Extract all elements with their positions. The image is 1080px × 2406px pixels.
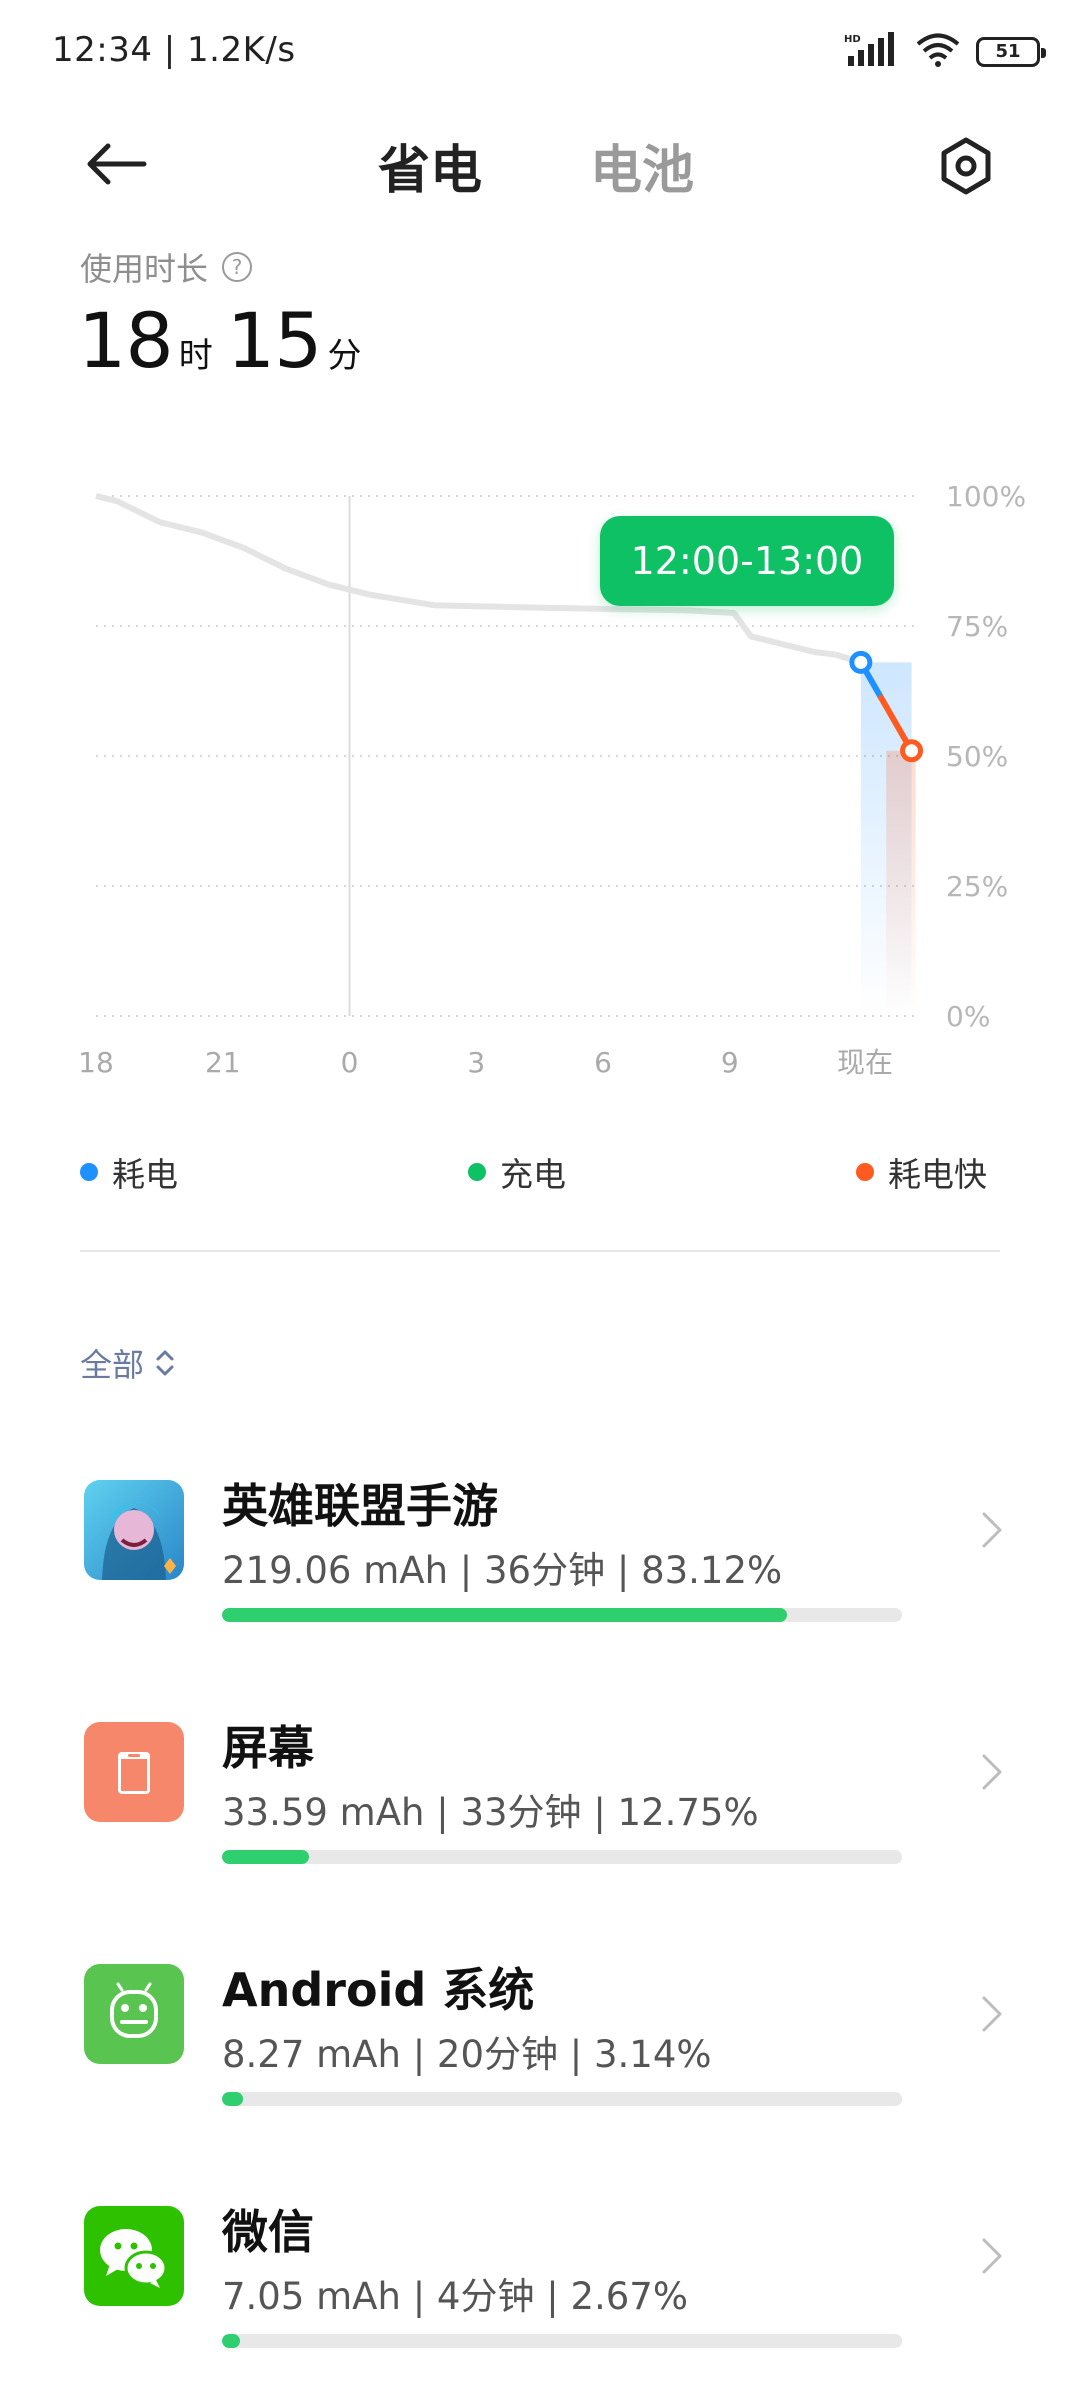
tab-battery[interactable]: 电池: [590, 128, 694, 203]
gear-icon: [941, 137, 991, 195]
legend-dot-fast-drain: [856, 1163, 874, 1181]
signal-icon: HD: [844, 32, 900, 72]
battery-chart[interactable]: 100% 75% 50% 25% 0% 18 21 0 3 6 9 现在: [0, 460, 1080, 1080]
x-tick-label: 现在: [837, 1046, 893, 1079]
status-icons: HD 51: [844, 30, 1046, 74]
usage-bar-fill: [222, 1608, 788, 1622]
legend-dot-drain: [80, 1163, 98, 1181]
app-name: 英雄联盟手游: [222, 1479, 498, 1533]
usage-duration-label: 使用时长 ?: [80, 244, 253, 290]
back-arrow-icon: [87, 143, 147, 185]
fast-drain-point: [900, 739, 924, 763]
usage-minutes: 15: [226, 296, 323, 385]
y-tick-label: 25%: [946, 870, 1008, 903]
sort-updown-icon: [156, 1350, 174, 1376]
legend-item-drain: 耗电: [80, 1148, 178, 1196]
filter-dropdown[interactable]: 全部: [80, 1340, 176, 1386]
usage-bar: [222, 2092, 902, 2106]
legend-label-charge: 充电: [500, 1155, 566, 1194]
legend-label-drain: 耗电: [112, 1155, 178, 1194]
legend-dot-charge: [468, 1163, 486, 1181]
android-icon: [84, 1964, 184, 2064]
app-name: Android 系统: [222, 1963, 535, 2017]
chevron-right-icon: [972, 1500, 1012, 1560]
help-icon[interactable]: ?: [222, 252, 253, 282]
wifi-icon: [916, 33, 960, 71]
x-tick-label: 21: [205, 1046, 241, 1079]
svg-text:HD: HD: [844, 34, 861, 45]
usage-hours-unit: 时: [178, 336, 213, 376]
y-tick-label: 50%: [946, 740, 1008, 773]
usage-bar: [222, 1850, 902, 1864]
usage-hours: 18: [78, 296, 174, 385]
app-stats: 219.06 mAh | 36分钟 | 83.12%: [222, 1549, 783, 1592]
filter-label: 全部: [80, 1346, 145, 1384]
usage-duration-value: 18 时 15 分: [78, 296, 375, 385]
drain-point: [849, 650, 873, 674]
chart-tooltip: 12:00-13:00: [600, 516, 894, 606]
wechat-icon: [84, 2206, 184, 2306]
legend-item-charge: 充电: [468, 1148, 566, 1196]
x-tick-label: 18: [78, 1046, 114, 1079]
x-tick-label: 0: [341, 1046, 359, 1079]
x-tick-label: 9: [721, 1046, 739, 1079]
battery-level: 51: [995, 41, 1021, 62]
chevron-right-icon: [972, 2226, 1012, 2286]
screen-icon: [84, 1722, 184, 1822]
status-time: 12:34 | 1.2K/s: [52, 30, 296, 70]
app-stats: 7.05 mAh | 4分钟 | 2.67%: [222, 2275, 689, 2318]
x-tick-label: 3: [467, 1046, 485, 1079]
app-stats: 33.59 mAh | 33分钟 | 12.75%: [222, 1791, 759, 1834]
chevron-right-icon: [972, 1742, 1012, 1802]
usage-bar-fill: [222, 2092, 244, 2106]
list-item-app-0[interactable]: 英雄联盟手游 219.06 mAh | 36分钟 | 83.12%: [0, 1479, 1080, 1680]
app-stats: 8.27 mAh | 20分钟 | 3.14%: [222, 2033, 712, 2076]
tab-power-saving[interactable]: 省电: [378, 128, 482, 203]
app-name: 屏幕: [222, 1721, 314, 1775]
game-icon: [84, 1480, 184, 1580]
legend-label-fast-drain: 耗电快: [888, 1155, 987, 1194]
list-item-app-1[interactable]: 屏幕 33.59 mAh | 33分钟 | 12.75%: [0, 1721, 1080, 1922]
list-item-app-2[interactable]: Android 系统 8.27 mAh | 20分钟 | 3.14%: [0, 1963, 1080, 2164]
app-name: 微信: [222, 2205, 314, 2259]
y-tick-label: 0%: [946, 1000, 990, 1033]
fast-drain-area: [886, 750, 916, 1016]
chevron-right-icon: [972, 1984, 1012, 2044]
settings-button[interactable]: [924, 124, 1008, 208]
divider: [80, 1250, 1000, 1252]
back-button[interactable]: [80, 128, 152, 200]
usage-label-text: 使用时长: [80, 250, 209, 288]
usage-bar: [222, 2334, 902, 2348]
list-item-app-3[interactable]: 微信 7.05 mAh | 4分钟 | 2.67%: [0, 2205, 1080, 2406]
x-tick-label: 6: [594, 1046, 612, 1079]
usage-minutes-unit: 分: [327, 336, 362, 376]
y-tick-label: 75%: [946, 610, 1008, 643]
usage-bar: [222, 1608, 902, 1622]
legend-item-fast-drain: 耗电快: [856, 1148, 987, 1196]
y-tick-label: 100%: [946, 480, 1026, 513]
usage-bar-fill: [222, 2334, 241, 2348]
usage-bar-fill: [222, 1850, 309, 1864]
battery-icon: 51: [976, 37, 1046, 67]
